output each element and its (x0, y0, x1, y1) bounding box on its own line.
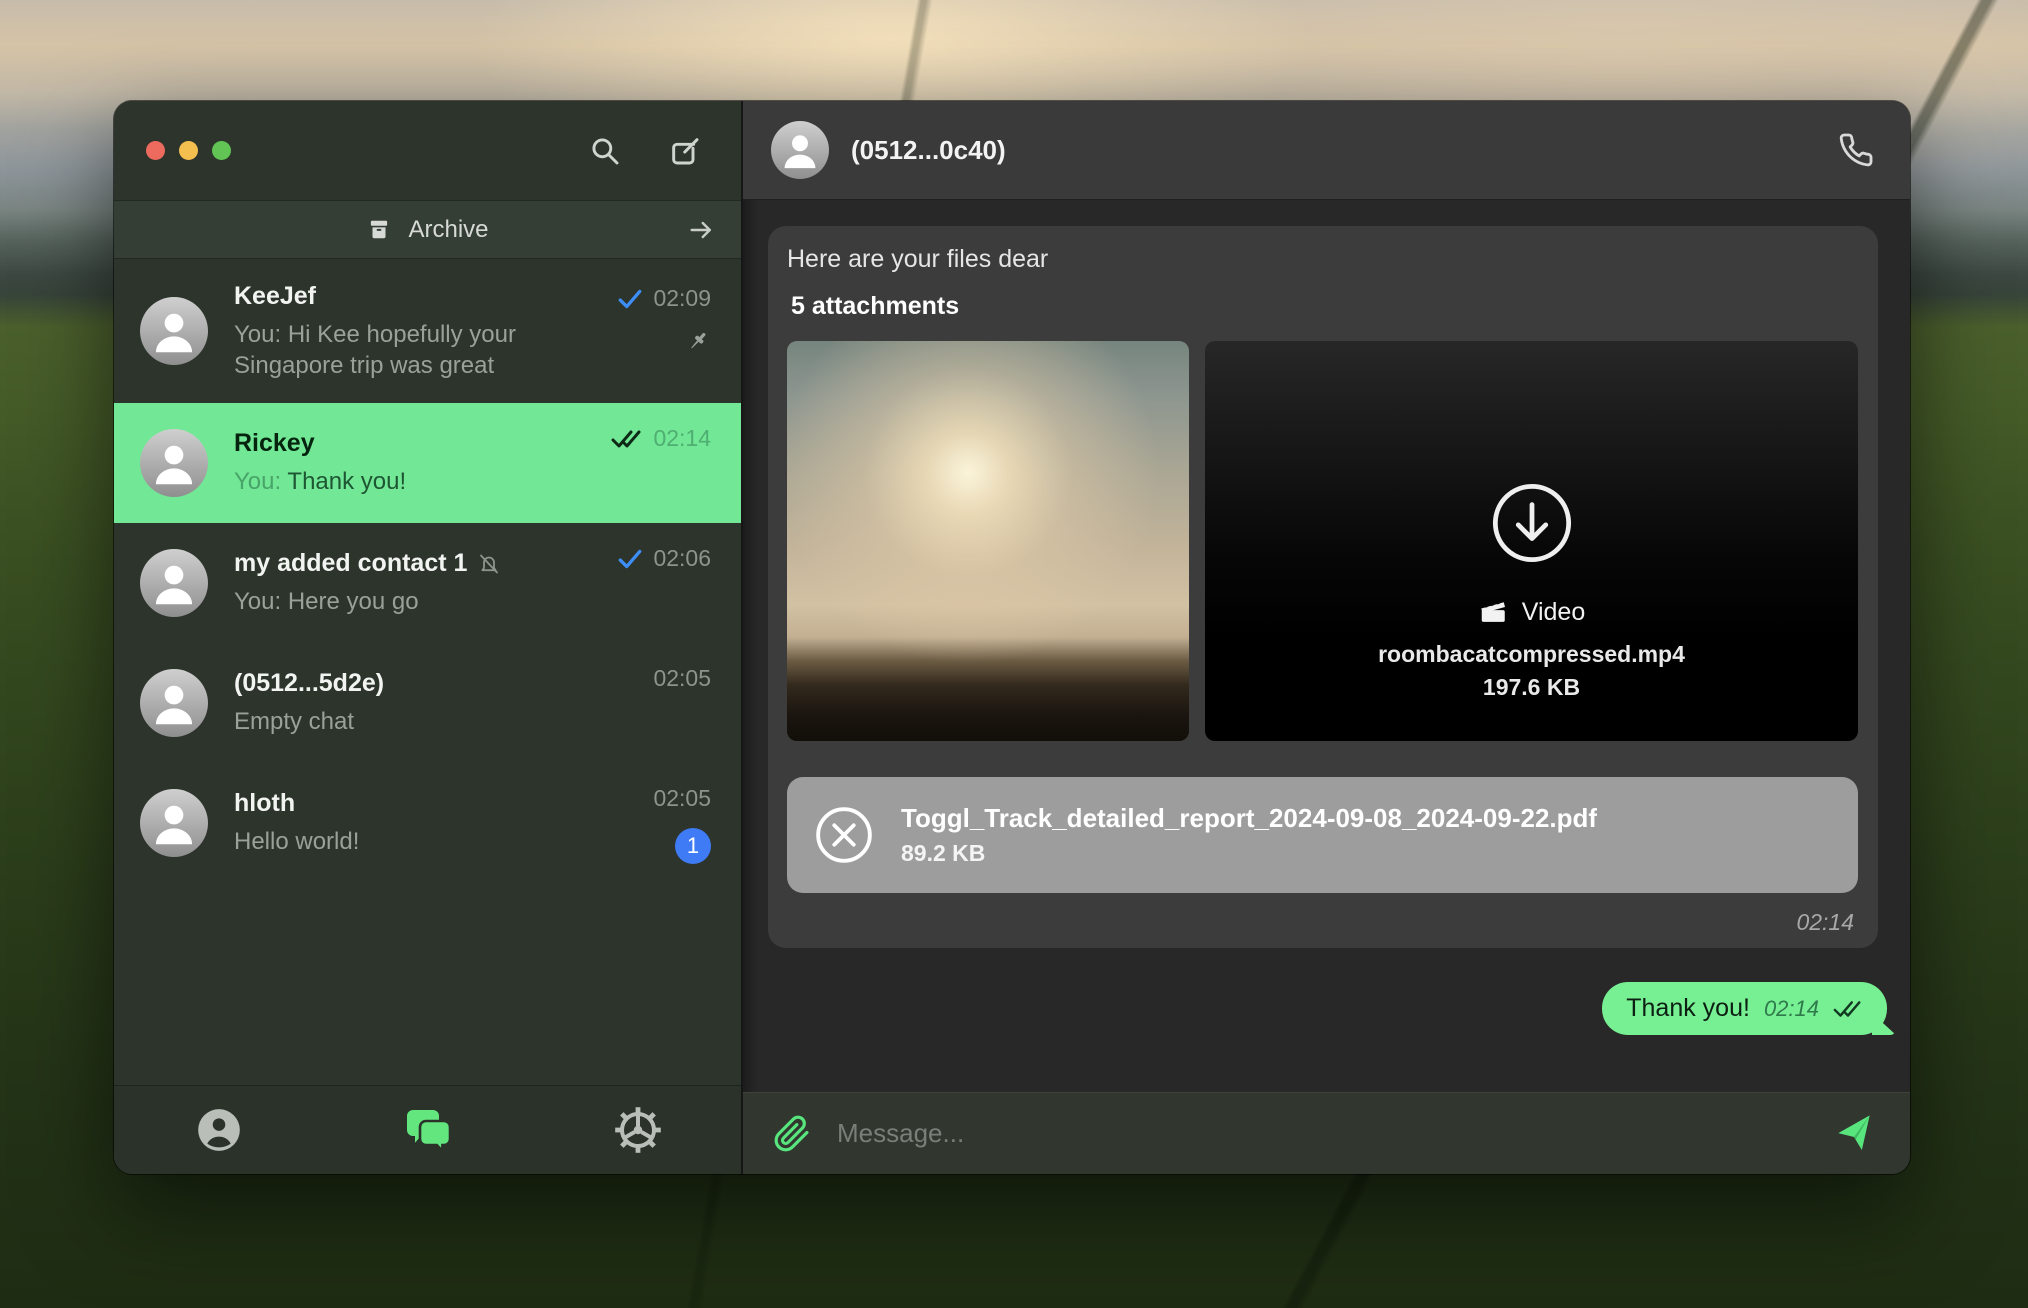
attachments-count-label: 5 attachments (787, 292, 1858, 321)
archive-label: Archive (408, 216, 488, 244)
chat-preview: You: Here you go (234, 586, 564, 617)
conversation-title: (0512...0c40) (851, 135, 1006, 166)
outgoing-message-text: Thank you! (1626, 994, 1750, 1023)
chat-preview: Empty chat (234, 706, 564, 737)
attach-paperclip-icon[interactable] (773, 1115, 811, 1153)
video-filesize: 197.6 KB (1483, 674, 1580, 701)
app-window: Archive KeeJef You: Hi Kee hopefully you… (114, 101, 1910, 1174)
avatar (140, 297, 208, 365)
close-window-button[interactable] (146, 141, 165, 160)
message-timestamp: 02:14 (787, 909, 1858, 936)
avatar (140, 669, 208, 737)
chat-list-item-my-added-contact-1[interactable]: my added contact 1 You: Here you go (114, 523, 741, 643)
photo-attachment-thumbnail[interactable] (787, 341, 1189, 741)
sidebar-titlebar (114, 101, 741, 200)
chat-list-item-hloth[interactable]: hloth Hello world! 02:05 1 (114, 763, 741, 883)
minimize-window-button[interactable] (179, 141, 198, 160)
chat-time: 02:05 (653, 785, 711, 812)
chat-name: hloth (234, 789, 295, 818)
conversation-header: (0512...0c40) (743, 101, 1910, 200)
avatar (140, 549, 208, 617)
chat-time: 02:14 (653, 425, 711, 452)
pdf-filename: Toggl_Track_detailed_report_2024-09-08_2… (901, 803, 1597, 834)
send-paper-plane-icon[interactable] (1834, 1113, 1876, 1155)
archive-box-icon (366, 217, 392, 243)
download-icon[interactable] (1488, 479, 1576, 567)
pdf-attachment-chip[interactable]: Toggl_Track_detailed_report_2024-09-08_2… (787, 777, 1858, 893)
cancel-x-circle-icon[interactable] (813, 804, 875, 866)
conversation-panel: (0512...0c40) Here are your files dear 5… (741, 101, 1910, 1174)
chat-name: Rickey (234, 429, 315, 458)
video-type-label: Video (1522, 598, 1586, 627)
chat-list-item-0512-5d2e[interactable]: (0512...5d2e) Empty chat 02:05 (114, 643, 741, 763)
message-input-bar (743, 1092, 1910, 1174)
compose-icon[interactable] (669, 135, 701, 167)
chat-time: 02:09 (653, 285, 711, 312)
chat-name: KeeJef (234, 282, 316, 311)
outgoing-message-timestamp: 02:14 (1764, 996, 1819, 1022)
search-icon[interactable] (589, 135, 621, 167)
delivered-double-check-icon (1833, 999, 1863, 1019)
sidebar: Archive KeeJef You: Hi Kee hopefully you… (114, 101, 741, 1174)
call-phone-icon[interactable] (1838, 132, 1874, 168)
video-attachment-tile[interactable]: Video roombacatcompressed.mp4 197.6 KB (1205, 341, 1858, 741)
video-filename: roombacatcompressed.mp4 (1378, 641, 1685, 668)
avatar (140, 429, 208, 497)
chat-preview: You: Thank you! (234, 466, 564, 497)
conversation-avatar (771, 121, 829, 179)
sidebar-footer (114, 1085, 741, 1174)
avatar (140, 789, 208, 857)
archive-row[interactable]: Archive (114, 200, 741, 259)
chat-name: (0512...5d2e) (234, 669, 384, 698)
chat-list-item-keejef[interactable]: KeeJef You: Hi Kee hopefully your Singap… (114, 259, 741, 403)
outgoing-message-bubble: Thank you! 02:14 (1602, 982, 1887, 1035)
chat-preview: You: Hi Kee hopefully your Singapore tri… (234, 319, 564, 381)
settings-gear-icon[interactable] (614, 1106, 662, 1154)
zoom-window-button[interactable] (212, 141, 231, 160)
pin-icon (685, 328, 711, 354)
message-text: Here are your files dear (787, 242, 1858, 276)
arrow-right-icon[interactable] (687, 216, 715, 244)
incoming-message-bubble: Here are your files dear 5 attachments (768, 226, 1878, 948)
read-check-icon (617, 288, 643, 310)
muted-bell-icon (477, 552, 501, 576)
contacts-tab-icon[interactable] (194, 1105, 244, 1155)
window-controls (146, 141, 231, 160)
read-check-icon (617, 548, 643, 570)
chat-preview: Hello world! (234, 826, 564, 857)
chat-time: 02:06 (653, 545, 711, 572)
pdf-filesize: 89.2 KB (901, 840, 1597, 867)
chat-name: my added contact 1 (234, 549, 467, 578)
chat-list: KeeJef You: Hi Kee hopefully your Singap… (114, 259, 741, 1085)
double-check-icon (611, 428, 643, 450)
clapperboard-icon (1478, 597, 1508, 627)
message-history: Here are your files dear 5 attachments (743, 200, 1910, 1092)
unread-badge: 1 (675, 828, 711, 864)
chat-list-item-rickey[interactable]: Rickey You: Thank you! 02:14 (114, 403, 741, 523)
message-input[interactable] (837, 1118, 1808, 1149)
chats-tab-icon[interactable] (403, 1104, 455, 1156)
chat-time: 02:05 (653, 665, 711, 692)
